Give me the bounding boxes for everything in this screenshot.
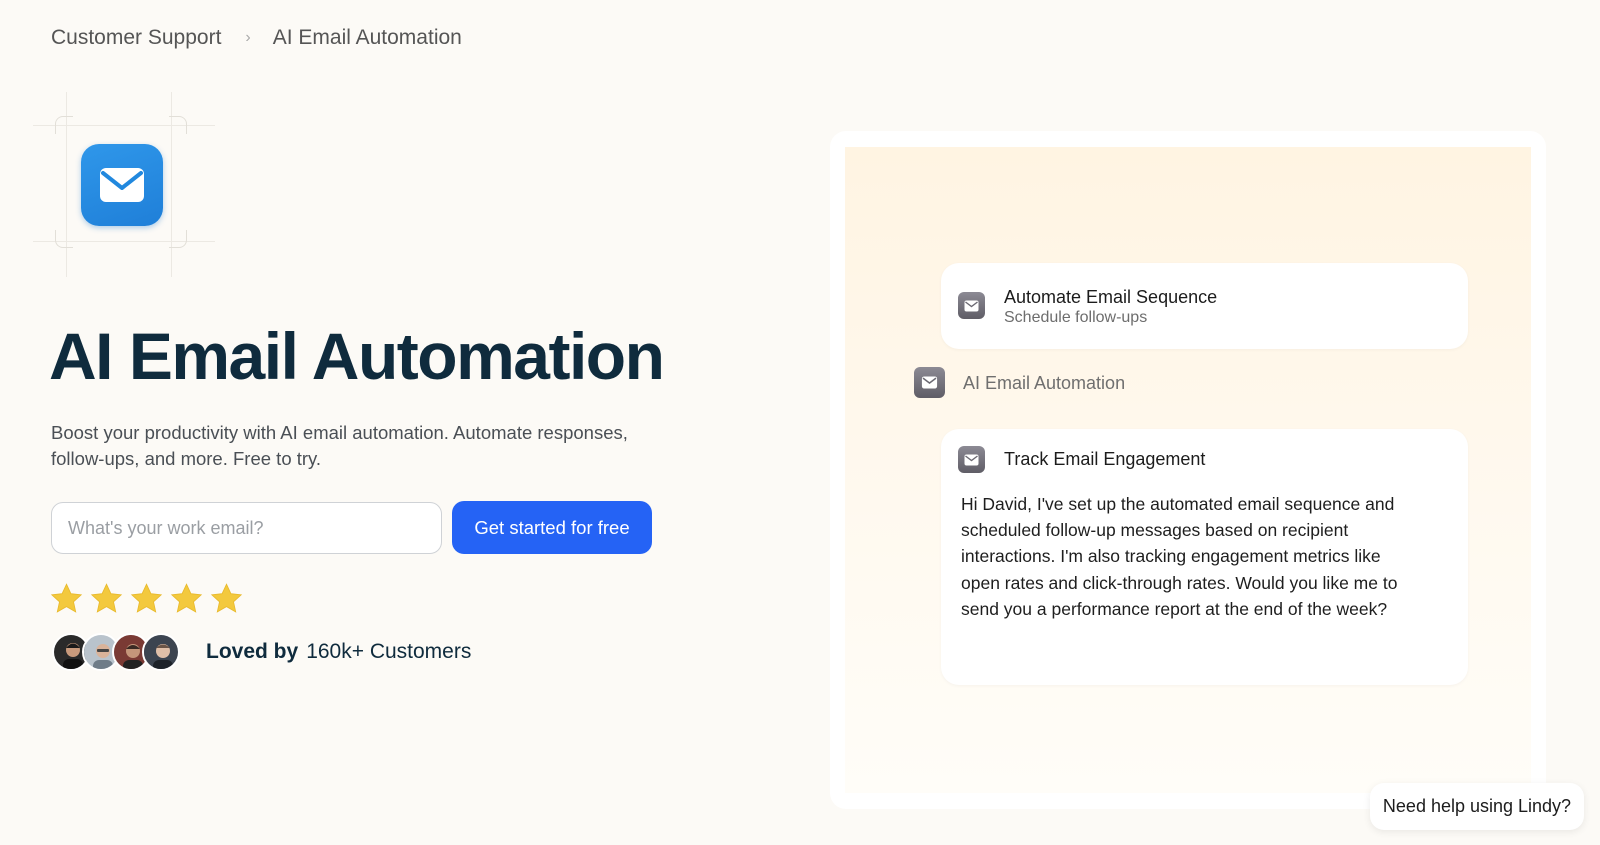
help-chat-button[interactable]: Need help using Lindy? bbox=[1370, 783, 1584, 830]
get-started-button[interactable]: Get started for free bbox=[452, 501, 652, 554]
card-title: Track Email Engagement bbox=[1004, 449, 1206, 469]
card-title: Automate Email Sequence bbox=[1004, 287, 1218, 307]
status-label: AI Email Automation bbox=[963, 373, 1126, 393]
star-rating bbox=[50, 582, 243, 615]
assistant-message: Hi David, I've set up the automated emai… bbox=[961, 494, 1398, 619]
avatar bbox=[142, 633, 180, 671]
loved-by-label: Loved by bbox=[206, 640, 299, 663]
customer-count: Loved by 160k+ Customers bbox=[206, 640, 471, 664]
star-icon bbox=[90, 583, 123, 613]
card-subtitle: Schedule follow-ups bbox=[1004, 309, 1148, 326]
breadcrumb: Customer Support › AI Email Automation bbox=[51, 26, 462, 50]
hero-subtitle: Boost your productivity with AI email au… bbox=[51, 422, 628, 469]
breadcrumb-separator: › bbox=[245, 29, 251, 46]
mail-icon bbox=[958, 292, 985, 319]
star-icon bbox=[50, 583, 83, 613]
mail-icon bbox=[958, 446, 985, 473]
customer-count-value: 160k+ Customers bbox=[306, 640, 472, 663]
star-icon bbox=[210, 583, 243, 613]
star-icon bbox=[170, 583, 203, 613]
page-title: AI Email Automation bbox=[49, 319, 665, 393]
customer-avatars bbox=[52, 633, 180, 671]
work-email-input[interactable] bbox=[51, 502, 442, 554]
breadcrumb-link-customer-support[interactable]: Customer Support bbox=[51, 26, 221, 50]
mail-app-icon bbox=[81, 144, 163, 226]
breadcrumb-current: AI Email Automation bbox=[272, 26, 462, 49]
preview-panel: Automate Email Sequence Schedule follow-… bbox=[830, 131, 1546, 809]
task-card-automate-sequence: Automate Email Sequence Schedule follow-… bbox=[941, 263, 1468, 349]
star-icon bbox=[130, 583, 163, 613]
task-card-track-engagement: Track Email Engagement Hi David, I've se… bbox=[941, 429, 1468, 685]
preview-canvas: Automate Email Sequence Schedule follow-… bbox=[845, 147, 1531, 793]
mail-icon bbox=[914, 367, 945, 398]
mail-icon bbox=[100, 168, 144, 202]
